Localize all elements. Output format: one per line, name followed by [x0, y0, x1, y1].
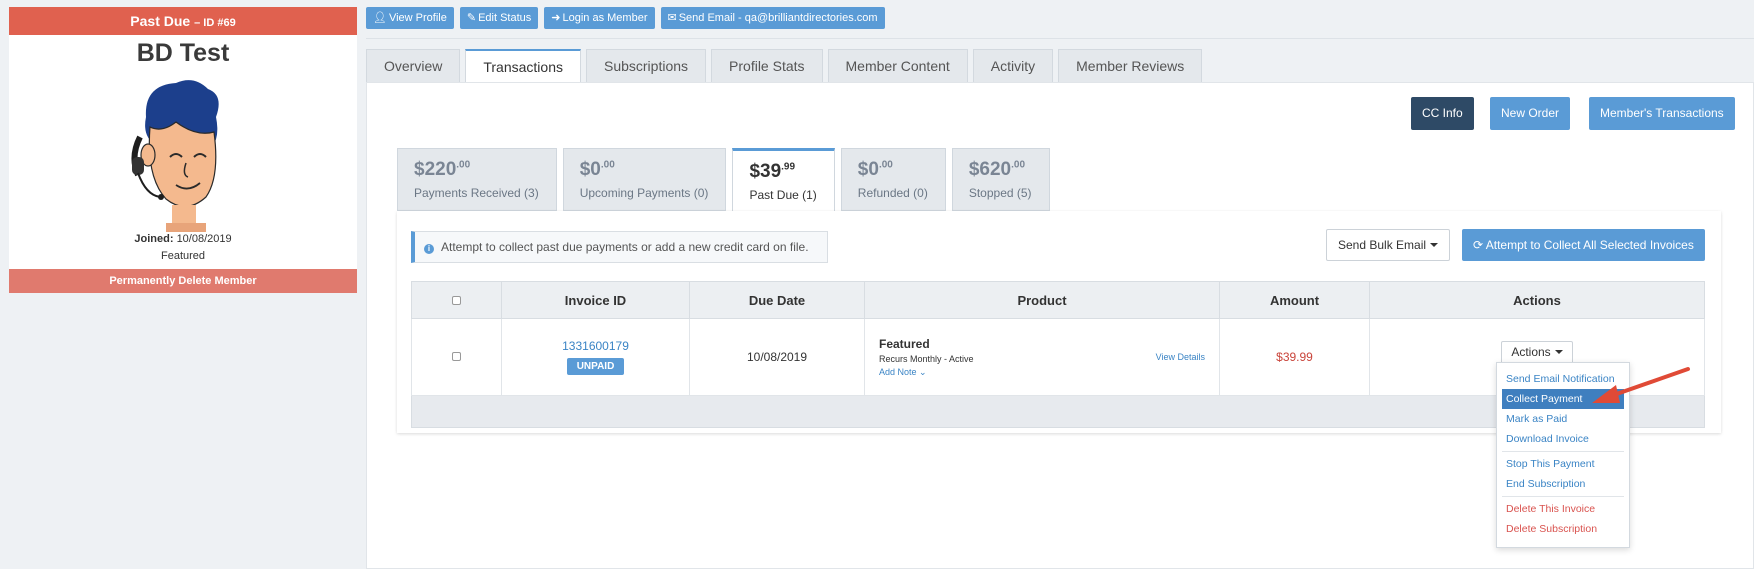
login-as-member-label: Login as Member: [562, 12, 648, 24]
menu-delete-this-invoice[interactable]: Delete This Invoice: [1497, 499, 1629, 519]
menu-delete-subscription[interactable]: Delete Subscription: [1497, 519, 1629, 539]
delete-member-button[interactable]: Permanently Delete Member: [9, 269, 357, 293]
send-email-button[interactable]: ✉ Send Email - qa@brilliantdirectories.co…: [660, 7, 885, 29]
send-bulk-email-button[interactable]: Send Bulk Email: [1326, 229, 1451, 261]
menu-download-invoice[interactable]: Download Invoice: [1497, 429, 1629, 449]
select-all-checkbox[interactable]: [452, 295, 461, 305]
membership-level: Featured: [160, 250, 206, 262]
summary-label: Payments Received (3): [414, 186, 539, 200]
user-icon: 👤︎: [373, 12, 387, 24]
cc-info-button[interactable]: CC Info: [1411, 97, 1474, 130]
header-product: Product: [864, 281, 1220, 319]
edit-status-label: Edit Status: [478, 12, 532, 24]
menu-divider: [1502, 496, 1624, 497]
header-invoice-id: Invoice ID: [501, 281, 690, 319]
joined-info: Joined: 10/08/2019: [9, 233, 357, 245]
caret-down-icon: [1430, 243, 1439, 247]
tab-bar: Overview Transactions Subscriptions Prof…: [366, 49, 1203, 83]
tab-overview[interactable]: Overview: [366, 49, 461, 82]
envelope-icon: ✉: [667, 12, 677, 24]
due-date-cell: 10/08/2019: [689, 318, 865, 396]
summary-tabs: $220.00 Payments Received (3) $0.00 Upco…: [397, 148, 1050, 212]
profile-card: Past Due – ID #69 BD Test Joined: 10/08/…: [9, 7, 357, 293]
product-name: Featured: [879, 336, 930, 351]
add-note-link[interactable]: Add Note ⌄: [879, 367, 1218, 378]
row-checkbox[interactable]: [452, 352, 461, 361]
login-icon: ➜: [551, 12, 561, 24]
summary-label: Upcoming Payments (0): [579, 186, 709, 200]
summary-label: Refunded (0): [857, 186, 928, 200]
joined-date: 10/08/2019: [176, 233, 232, 245]
status-bar: Past Due – ID #69: [9, 7, 357, 35]
collect-all-label: Attempt to Collect All Selected Invoices: [1485, 238, 1694, 252]
summary-upcoming-payments[interactable]: $0.00 Upcoming Payments (0): [562, 148, 727, 211]
top-actions: 👤︎ View Profile ✎ Edit Status ➜ Login as Me…: [366, 7, 885, 29]
product-cell: Featured Recurs Monthly - Active Add Not…: [864, 318, 1220, 396]
status-badge: UNPAID: [566, 358, 625, 375]
chevron-down-icon: ⌄: [919, 366, 927, 377]
amount-cell: $39.99: [1219, 318, 1370, 396]
header-due-date: Due Date: [689, 281, 865, 319]
menu-stop-this-payment[interactable]: Stop This Payment: [1497, 454, 1629, 474]
tab-activity[interactable]: Activity: [972, 49, 1054, 82]
refresh-icon: ⟳: [1473, 238, 1484, 252]
select-all-header: [411, 281, 502, 319]
invoice-id-link[interactable]: 1331600179: [503, 339, 688, 353]
member-transactions-button[interactable]: Member's Transactions: [1589, 97, 1735, 130]
summary-amount: $220.00: [414, 159, 471, 180]
actions-dropdown-button[interactable]: Actions: [1501, 341, 1573, 364]
status-label: Past Due: [130, 13, 191, 29]
info-icon: i: [424, 244, 434, 254]
divider: [366, 38, 1754, 39]
pencil-icon: ✎: [466, 12, 477, 24]
summary-payments-received[interactable]: $220.00 Payments Received (3): [397, 148, 557, 211]
info-message: i Attempt to collect past due payments or…: [411, 231, 828, 263]
login-as-member-button[interactable]: ➜ Login as Member: [544, 7, 655, 29]
summary-label: Stopped (5): [968, 186, 1032, 200]
view-profile-label: View Profile: [388, 12, 447, 24]
tab-member-content[interactable]: Member Content: [827, 49, 968, 82]
menu-mark-as-paid[interactable]: Mark as Paid: [1497, 409, 1629, 429]
view-details-link[interactable]: View Details: [1156, 352, 1205, 362]
invoice-id-cell: 1331600179 UNPAID: [501, 318, 690, 396]
annotation-arrow-icon: [1592, 367, 1690, 403]
summary-past-due[interactable]: $39.99 Past Due (1): [732, 148, 835, 212]
summary-label: Past Due (1): [749, 188, 817, 202]
header-actions: Actions: [1369, 281, 1705, 319]
summary-refunded[interactable]: $0.00 Refunded (0): [840, 148, 946, 211]
tab-transactions[interactable]: Transactions: [465, 49, 581, 83]
collect-all-invoices-button[interactable]: ⟳ Attempt to Collect All Selected Invoic…: [1462, 229, 1705, 261]
avatar: [131, 80, 219, 232]
summary-stopped[interactable]: $620.00 Stopped (5): [951, 148, 1050, 211]
row-select-cell: [411, 318, 502, 396]
tab-profile-stats[interactable]: Profile Stats: [711, 49, 823, 82]
tab-member-reviews[interactable]: Member Reviews: [1058, 49, 1203, 82]
summary-amount: $620.00: [968, 159, 1026, 180]
joined-label: Joined:: [134, 233, 174, 245]
menu-end-subscription[interactable]: End Subscription: [1497, 474, 1629, 494]
member-name: BD Test: [136, 39, 230, 67]
summary-amount: $39.99: [749, 161, 796, 182]
new-order-button[interactable]: New Order: [1490, 97, 1571, 130]
send-bulk-email-label: Send Bulk Email: [1338, 238, 1427, 252]
tab-subscriptions[interactable]: Subscriptions: [585, 49, 707, 82]
caret-down-icon: [1554, 350, 1563, 354]
info-message-text: Attempt to collect past due payments or …: [441, 240, 809, 254]
summary-amount: $0.00: [579, 159, 615, 180]
menu-divider: [1502, 451, 1624, 452]
header-amount: Amount: [1219, 281, 1370, 319]
member-id: – ID #69: [194, 17, 236, 29]
summary-amount: $0.00: [857, 159, 893, 180]
table-header-row: Invoice ID Due Date Product Amount Actio…: [411, 281, 1705, 319]
view-profile-button[interactable]: 👤︎ View Profile: [366, 7, 454, 29]
edit-status-button[interactable]: ✎ Edit Status: [459, 7, 539, 29]
send-email-label: Send Email - qa@brilliantdirectories.com: [678, 12, 878, 24]
